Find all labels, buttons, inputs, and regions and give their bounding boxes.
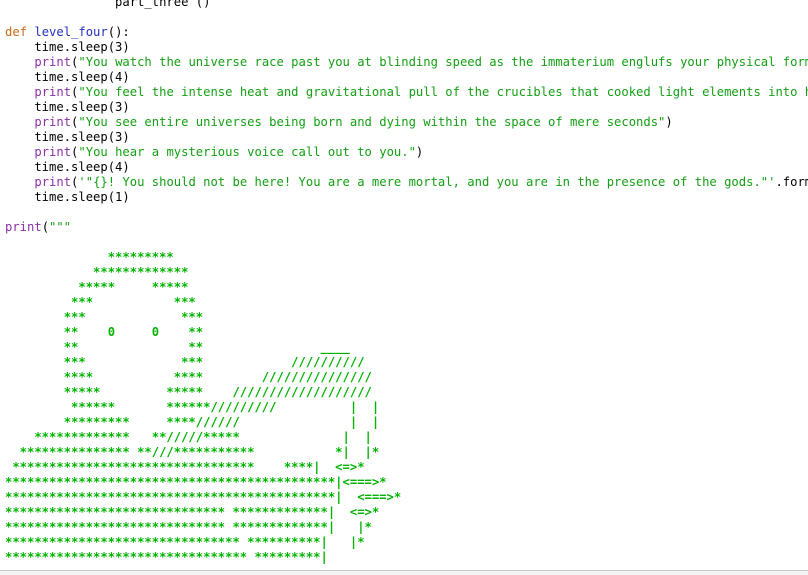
code-line: ********* xyxy=(5,250,808,265)
code-token: time.sleep(4) xyxy=(5,160,130,174)
code-line: def level_four(): xyxy=(5,25,808,40)
code-line: print("You hear a mysterious voice call … xyxy=(5,145,808,160)
ascii-art-text: *** *** xyxy=(5,295,196,309)
code-line: time.sleep(3) xyxy=(5,130,808,145)
ascii-art-text: ***** ***** /////////////////// xyxy=(5,385,372,399)
code-line: ****************************************… xyxy=(5,490,808,505)
code-token: level_four xyxy=(34,25,108,39)
code-line: print("You watch the universe race past … xyxy=(5,55,808,70)
code-line: ** ** ____ xyxy=(5,340,808,355)
code-line: ********************************* ****| … xyxy=(5,460,808,475)
code-token: part_three () xyxy=(5,0,211,9)
code-token: time.sleep(4) xyxy=(5,70,130,84)
ascii-art-text: ****************************** *********… xyxy=(5,505,380,519)
code-token: "You see entire universes being born and… xyxy=(78,115,666,129)
ascii-art-text: ********************************* ****| … xyxy=(5,460,365,474)
code-token: print xyxy=(34,145,72,159)
ascii-art-text: ****************************************… xyxy=(5,475,387,489)
code-token: print xyxy=(34,175,72,189)
code-line: *** *** ////////// xyxy=(5,355,808,370)
code-line: *** *** xyxy=(5,310,808,325)
code-line: ************* **/////***** | | xyxy=(5,430,808,445)
ascii-art-text: ********* xyxy=(5,250,174,264)
code-line: print("You see entire universes being bo… xyxy=(5,115,808,130)
code-token: "You feel the intense heat and gravitati… xyxy=(78,85,808,99)
code-line: print('"{}! You should not be here! You … xyxy=(5,175,808,190)
code-token: ( xyxy=(41,220,50,234)
code-line: print(""" xyxy=(5,220,808,235)
ascii-art-text: *** *** ////////// xyxy=(5,355,365,369)
code-text-area[interactable]: part_three () def level_four(): time.slee… xyxy=(5,0,808,565)
code-token: "You watch the universe race past you at… xyxy=(78,55,808,69)
code-line: ********************************* ******… xyxy=(5,550,808,565)
ascii-art-text: **** **** /////////////// xyxy=(5,370,372,384)
code-token: time.sleep(3) xyxy=(5,100,130,114)
ascii-art-text: ** 0 0 ** xyxy=(5,325,204,339)
code-line: ****************************************… xyxy=(5,475,808,490)
code-token: '"{}! You should not be here! You are a … xyxy=(78,175,776,189)
code-line: *** *** xyxy=(5,295,808,310)
code-line: ***** ***** /////////////////// xyxy=(5,385,808,400)
code-token: (): xyxy=(107,25,130,39)
code-token: time.sleep(3) xyxy=(5,40,130,54)
code-token: time.sleep(3) xyxy=(5,130,130,144)
code-token: def xyxy=(5,25,28,39)
code-line: ** 0 0 ** xyxy=(5,325,808,340)
code-token: "You hear a mysterious voice call out to… xyxy=(78,145,416,159)
ascii-art-text: ****** ******///////// | | xyxy=(5,400,380,414)
code-line: part_three () xyxy=(5,0,808,10)
code-line: time.sleep(4) xyxy=(5,160,808,175)
code-token: time.sleep(1) xyxy=(5,190,130,204)
code-token: print xyxy=(34,85,72,99)
code-line: time.sleep(3) xyxy=(5,40,808,55)
code-token: ) xyxy=(415,145,424,159)
code-line: time.sleep(3) xyxy=(5,100,808,115)
code-token: print xyxy=(34,115,72,129)
ascii-art-text: *************** **///*********** *| |* xyxy=(5,445,380,459)
code-token: print xyxy=(34,55,72,69)
code-token: ) xyxy=(665,115,673,129)
code-token: """ xyxy=(49,220,72,234)
code-line: ************* xyxy=(5,265,808,280)
code-line: time.sleep(4) xyxy=(5,70,808,85)
code-line: *************** **///*********** *| |* xyxy=(5,445,808,460)
status-bar xyxy=(0,570,808,575)
code-line: ***** ***** xyxy=(5,280,808,295)
code-line: ****** ******///////// | | xyxy=(5,400,808,415)
ascii-art-text: ****************************** *********… xyxy=(5,520,372,534)
ascii-art-text: ********************************* ******… xyxy=(5,550,328,564)
code-line: ****************************** *********… xyxy=(5,505,808,520)
code-token: print xyxy=(5,220,42,234)
ascii-art-text: ************* **/////***** | | xyxy=(5,430,372,444)
code-line: ****************************** *********… xyxy=(5,520,808,535)
code-editor[interactable]: part_three () def level_four(): time.slee… xyxy=(0,0,808,575)
code-line: print("You feel the intense heat and gra… xyxy=(5,85,808,100)
ascii-art-text: ****************************************… xyxy=(5,490,402,504)
code-token: .format(na xyxy=(775,175,808,189)
ascii-art-text: ** ** ____ xyxy=(5,340,350,354)
ascii-art-text: *** *** xyxy=(5,310,204,324)
code-line: ********* ****////// | | xyxy=(5,415,808,430)
code-line: **** **** /////////////// xyxy=(5,370,808,385)
code-line: time.sleep(1) xyxy=(5,190,808,205)
code-line: ******************************** *******… xyxy=(5,535,808,550)
ascii-art-text: ***** ***** xyxy=(5,280,189,294)
ascii-art-text: ********* ****////// | | xyxy=(5,415,380,429)
ascii-art-text: ************* xyxy=(5,265,189,279)
ascii-art-text: ******************************** *******… xyxy=(5,535,365,549)
